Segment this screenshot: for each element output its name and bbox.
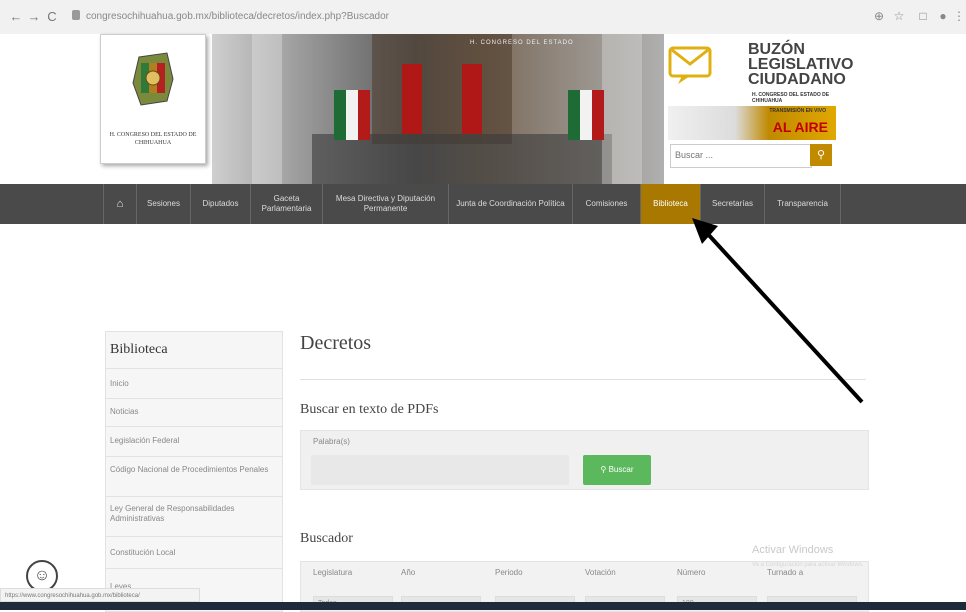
sidebar-item-constitucion-local[interactable]: Constitución Local <box>110 548 280 558</box>
nav-item-junta[interactable]: Junta de Coordinación Política <box>449 184 573 224</box>
congress-logo[interactable]: H. CONGRESO DEL ESTADO DE CHIHUAHUA <box>100 34 206 164</box>
sidebar-divider <box>106 536 282 537</box>
pdf-search-heading: Buscar en texto de PDFs <box>300 402 439 417</box>
nav-item-biblioteca[interactable]: Biblioteca <box>641 184 701 224</box>
buzon-title-line2: Legislativo <box>748 56 854 73</box>
link-status-bar: https://www.congresochihuahua.gob.mx/bib… <box>0 588 200 602</box>
biblioteca-sidebar: Biblioteca Inicio Noticias Legislación F… <box>105 331 283 612</box>
buscador-heading: Buscador <box>300 531 353 546</box>
site-search-button[interactable]: ⚲ <box>810 144 832 166</box>
nav-item-diputados[interactable]: Diputados <box>191 184 251 224</box>
filter-label-numero: Número <box>677 568 706 577</box>
banner-caption: H. CONGRESO DEL ESTADO <box>470 40 574 46</box>
filter-label-votacion: Votación <box>585 568 616 577</box>
nav-home[interactable]: ⌂ <box>103 184 137 224</box>
title-divider <box>300 379 866 380</box>
site-search-input[interactable] <box>671 145 809 165</box>
sidebar-item-inicio[interactable]: Inicio <box>110 379 280 389</box>
nav-item-transparencia[interactable]: Transparencia <box>765 184 841 224</box>
os-taskbar <box>0 602 966 610</box>
sidebar-item-ley-general[interactable]: Ley General de Responsabilidades Adminis… <box>110 504 280 524</box>
filter-label-turnado: Turnado a <box>767 568 804 577</box>
sidebar-divider <box>106 368 282 369</box>
buzon-title-line3: Ciudadano <box>748 71 846 88</box>
sidebar-item-noticias[interactable]: Noticias <box>110 407 280 417</box>
pdf-search-label: Palabra(s) <box>313 437 350 446</box>
pdf-search-panel: Palabra(s) ⚲ Buscar <box>300 430 869 490</box>
browser-toolbar: ← → C congresochihuahua.gob.mx/bibliotec… <box>0 0 966 35</box>
sidebar-item-legislacion-federal[interactable]: Legislación Federal <box>110 436 280 446</box>
windows-activation-subtext: Ve a Configuración para activar Windows. <box>752 562 864 568</box>
lock-icon <box>72 10 80 20</box>
mexico-flag-right <box>568 90 604 140</box>
envelope-icon <box>668 46 712 84</box>
on-air-banner[interactable]: TRANSMISIÓN EN VIVO AL AIRE <box>668 106 836 140</box>
reload-icon[interactable]: C <box>44 9 60 24</box>
buzon-title-line1: Buzón <box>748 41 805 58</box>
buzon-subtitle: H. CONGRESO DEL ESTADO DE CHIHUAHUA <box>752 92 830 104</box>
sidebar-divider <box>106 568 282 569</box>
nav-item-mesa-directiva[interactable]: Mesa Directiva y Diputación Permanente <box>323 184 449 224</box>
back-icon[interactable]: ← <box>8 9 24 24</box>
logo-text: H. CONGRESO DEL ESTADO DE CHIHUAHUA <box>109 132 197 146</box>
nav-item-secretarias[interactable]: Secretarías <box>701 184 765 224</box>
sidebar-title: Biblioteca <box>110 342 168 357</box>
filter-label-periodo: Periodo <box>495 568 523 577</box>
star-icon[interactable]: ☆ <box>892 9 906 23</box>
sidebar-divider <box>106 456 282 457</box>
state-emblem-icon <box>132 52 174 106</box>
windows-activation-watermark: Activar Windows <box>752 544 834 556</box>
on-air-label: AL AIRE <box>772 119 828 135</box>
forward-icon[interactable]: → <box>26 9 42 24</box>
pdf-search-button[interactable]: ⚲ Buscar <box>583 455 651 485</box>
sidebar-divider <box>106 398 282 399</box>
address-bar[interactable]: congresochihuahua.gob.mx/biblioteca/decr… <box>86 7 846 27</box>
translate-icon[interactable]: ⊕ <box>872 9 886 23</box>
main-navigation: ⌂ Sesiones Diputados Gaceta Parlamentari… <box>0 184 966 224</box>
menu-icon[interactable]: ⋮ <box>952 9 966 23</box>
extension-icon[interactable]: □ <box>916 9 930 23</box>
sidebar-item-codigo-nacional[interactable]: Código Nacional de Procedimientos Penale… <box>110 465 280 475</box>
search-icon: ⚲ <box>816 149 826 161</box>
site-search <box>670 144 812 168</box>
filter-label-anio: Año <box>401 568 416 577</box>
mexico-flag-left <box>334 90 370 140</box>
pdf-search-button-label: Buscar <box>608 465 634 474</box>
profile-icon[interactable]: ● <box>936 9 950 23</box>
nav-item-gaceta[interactable]: Gaceta Parlamentaria <box>251 184 323 224</box>
nav-item-sesiones[interactable]: Sesiones <box>137 184 191 224</box>
sidebar-divider <box>106 426 282 427</box>
on-air-caption: TRANSMISIÓN EN VIVO <box>769 108 826 114</box>
pdf-search-input[interactable] <box>311 455 569 485</box>
page-title: Decretos <box>300 332 372 354</box>
home-icon: ⌂ <box>116 198 124 210</box>
header-banner: H. CONGRESO DEL ESTADO <box>212 34 664 184</box>
nav-item-comisiones[interactable]: Comisiones <box>573 184 641 224</box>
buzon-title: Buzón Legislativo Ciudadano <box>748 41 854 88</box>
search-icon: ⚲ <box>600 465 609 474</box>
buzon-legislativo-panel[interactable]: Buzón Legislativo Ciudadano H. CONGRESO … <box>664 34 854 184</box>
filter-label-legislatura: Legislatura <box>313 568 353 577</box>
sidebar-divider <box>106 496 282 497</box>
